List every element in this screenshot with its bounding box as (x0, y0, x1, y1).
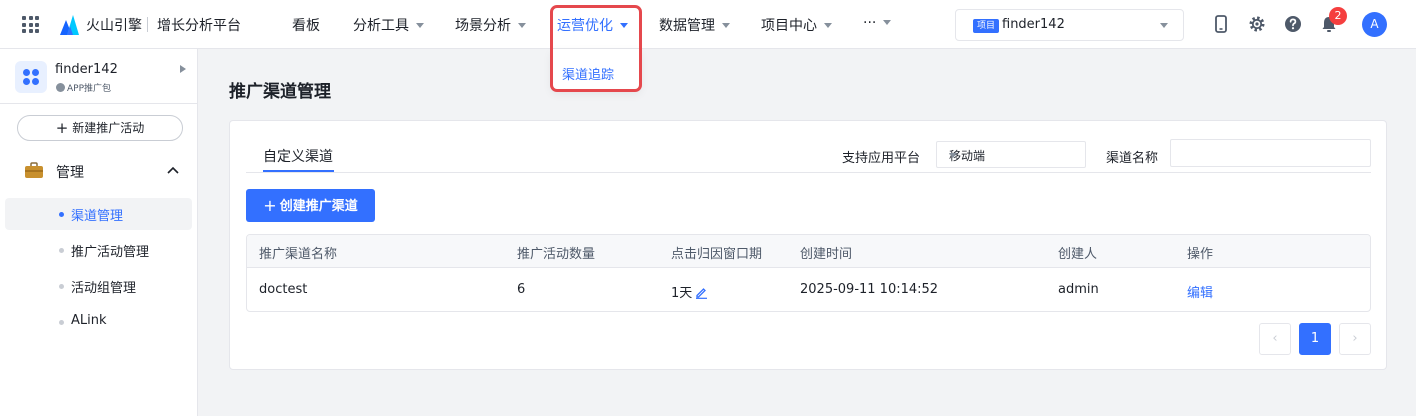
pagination-page-1[interactable]: 1 (1299, 323, 1331, 355)
app-icon (15, 61, 47, 93)
chevron-right-icon[interactable] (180, 65, 186, 73)
column-header-actions: 操作 (1187, 247, 1214, 262)
sidebar-section-management[interactable]: 管理 (0, 157, 197, 185)
top-navigation-bar: 火山引擎 增长分析平台 看板 分析工具 场景分析 运营优化 数据管理 项目中心 … (0, 0, 1416, 49)
platform-select[interactable]: 移动端 (936, 141, 1086, 168)
brand-divider (147, 17, 148, 32)
avatar[interactable]: A (1362, 12, 1387, 37)
sidebar-item-activity-management[interactable]: 推广活动管理 (5, 234, 192, 266)
chevron-down-icon (1160, 23, 1168, 28)
column-header-attribution-window: 点击归因窗口期 (671, 247, 763, 262)
briefcase-icon (25, 162, 43, 178)
operations-dropdown-menu: 渠道追踪 (552, 49, 640, 89)
channel-management-card: 自定义渠道 支持应用平台 移动端 渠道名称 + 创建推广渠道 推广渠道名称 推广活… (229, 120, 1387, 370)
project-badge: 项目 (973, 19, 1000, 33)
app-name: finder142 (55, 62, 118, 77)
pencil-icon[interactable] (695, 286, 708, 299)
mobile-icon[interactable] (1211, 14, 1231, 34)
cell-channel-name: doctest (259, 282, 308, 297)
chevron-up-icon (167, 166, 179, 174)
cell-activity-count: 6 (517, 282, 526, 297)
tab-divider (246, 172, 1371, 173)
bullet-icon (59, 320, 64, 325)
sidebar-item-label: ALink (71, 313, 107, 328)
pagination-next-button[interactable]: › (1339, 323, 1371, 355)
sidebar-item-channel-management[interactable]: 渠道管理 (5, 198, 192, 230)
chevron-down-icon (949, 153, 957, 158)
plus-icon: + (55, 119, 69, 137)
help-icon[interactable] (1283, 14, 1303, 34)
nav-scenario-analysis[interactable]: 场景分析 (455, 15, 526, 35)
nav-operations-optimization[interactable]: 运营优化 (557, 15, 628, 35)
project-name: finder142 (1002, 17, 1065, 32)
bullet-icon (59, 284, 64, 289)
chevron-down-icon (518, 23, 526, 28)
column-header-channel-name: 推广渠道名称 (259, 247, 338, 262)
cell-creator: admin (1058, 282, 1099, 297)
chevron-down-icon (824, 23, 832, 28)
new-promotion-activity-button[interactable]: + 新建推广活动 (17, 115, 183, 141)
nav-dashboard[interactable]: 看板 (292, 15, 320, 35)
chevron-down-icon (620, 23, 628, 28)
chevron-down-icon (416, 23, 424, 28)
sidebar: finder142 APP推广包 + 新建推广活动 管理 渠道管理 推广活动管理 … (0, 49, 198, 416)
volcano-engine-logo (60, 15, 79, 35)
column-header-created-time: 创建时间 (800, 247, 853, 262)
nav-analysis-tools[interactable]: 分析工具 (353, 15, 424, 35)
sidebar-section-label: 管理 (56, 165, 84, 181)
create-channel-button[interactable]: + 创建推广渠道 (246, 189, 375, 222)
gear-icon[interactable] (1247, 14, 1267, 34)
platform-filter-label: 支持应用平台 (842, 151, 921, 166)
tab-custom-channel[interactable]: 自定义渠道 (263, 146, 333, 166)
platform-name: 增长分析平台 (157, 18, 241, 34)
plus-icon: + (263, 196, 277, 215)
bullet-icon (59, 248, 64, 253)
sidebar-divider (0, 103, 197, 104)
edit-link[interactable]: 编辑 (1187, 282, 1213, 301)
app-type: APP推广包 (56, 81, 111, 94)
channel-name-label: 渠道名称 (1106, 151, 1159, 166)
sidebar-item-alink[interactable]: ALink (5, 306, 192, 338)
cell-created-time: 2025-09-11 10:14:52 (800, 282, 939, 297)
page-title: 推广渠道管理 (229, 82, 331, 102)
app-type-icon (56, 83, 65, 92)
pagination-prev-button[interactable]: ‹ (1259, 323, 1291, 355)
brand-name: 火山引擎 (86, 18, 142, 34)
column-header-activity-count: 推广活动数量 (517, 247, 596, 262)
chevron-down-icon (722, 23, 730, 28)
table-header: 推广渠道名称 推广活动数量 点击归因窗口期 创建时间 创建人 操作 (247, 235, 1370, 268)
sidebar-item-label: 渠道管理 (71, 209, 124, 224)
column-header-creator: 创建人 (1058, 247, 1098, 262)
sidebar-item-label: 推广活动管理 (71, 245, 150, 260)
nav-more[interactable]: ··· (863, 15, 892, 31)
bullet-icon (59, 212, 64, 217)
project-selector[interactable]: 项目 finder142 (955, 9, 1184, 41)
nav-project-center[interactable]: 项目中心 (761, 15, 832, 35)
app-grid-icon[interactable] (22, 16, 39, 33)
notification-badge: 2 (1329, 7, 1347, 25)
sidebar-item-activity-group-management[interactable]: 活动组管理 (5, 270, 192, 302)
nav-data-management[interactable]: 数据管理 (659, 15, 730, 35)
menu-item-channel-tracking[interactable]: 渠道追踪 (562, 64, 614, 83)
chevron-down-icon (883, 20, 892, 25)
cell-attribution-window: 1天 (671, 282, 708, 301)
channel-name-input[interactable] (1170, 139, 1371, 167)
sidebar-item-label: 活动组管理 (71, 281, 137, 296)
channel-table: 推广渠道名称 推广活动数量 点击归因窗口期 创建时间 创建人 操作 doctes… (246, 234, 1371, 312)
